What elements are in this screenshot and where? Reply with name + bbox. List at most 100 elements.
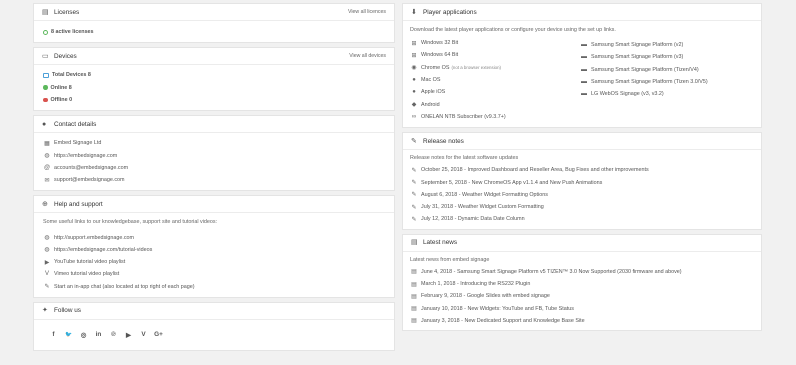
facebook-icon[interactable]: f bbox=[46, 331, 61, 338]
player-apps-header: ⬇ Player applications bbox=[403, 4, 761, 21]
total-devices-text: Total Devices 8 bbox=[52, 72, 91, 79]
contact-title: Contact details bbox=[54, 120, 97, 128]
newspaper-icon: ▤ bbox=[411, 306, 417, 313]
release-note-link[interactable]: August 6, 2018 - Weather Widget Formatti… bbox=[421, 192, 548, 198]
app-link-samsung-v5[interactable]: ▬ Samsung Smart Signage Platform (Tizen 3… bbox=[580, 76, 752, 88]
release-note-item[interactable]: ✎ July 31, 2018 - Weather Widget Custom F… bbox=[410, 201, 752, 213]
contact-item[interactable]: @ accounts@embedsignage.com bbox=[43, 162, 385, 174]
devices-header: ▭ Devices View all devices bbox=[34, 48, 394, 66]
app-label[interactable]: Samsung Smart Signage Platform (Tizen 3.… bbox=[591, 79, 708, 85]
latest-news-header: ▤ Latest news bbox=[403, 235, 761, 252]
app-link-samsung-v3[interactable]: ▬ Samsung Smart Signage Platform (v3) bbox=[580, 51, 752, 63]
contact-accounts-email[interactable]: accounts@embedsignage.com bbox=[54, 165, 128, 171]
contact-item[interactable]: ◍ https://embedsignage.com bbox=[43, 149, 385, 161]
help-vimeo-link[interactable]: Vimeo tutorial video playlist bbox=[54, 271, 119, 277]
news-link[interactable]: January 3, 2018 - New Dedicated Support … bbox=[421, 318, 585, 324]
tv-icon: ▬ bbox=[581, 42, 587, 49]
vimeo-icon: V bbox=[44, 271, 49, 278]
app-label[interactable]: Windows 32 Bit bbox=[421, 40, 458, 46]
help-item[interactable]: ◍ http://support.embedsignage.com bbox=[43, 231, 385, 243]
follow-panel: ✦ Follow us f 🐦 ◎ in ℗ ▶ V G+ bbox=[33, 301, 395, 351]
release-notes-title: Release notes bbox=[423, 137, 464, 145]
help-support-link[interactable]: http://support.embedsignage.com bbox=[54, 235, 134, 241]
app-link-onelan[interactable]: ∞ ONELAN NTB Subscriber (v9.3.7+) bbox=[410, 111, 580, 123]
help-item[interactable]: ◍ https://embedsignage.com/tutorial-video… bbox=[43, 244, 385, 256]
app-link-samsung-v2[interactable]: ▬ Samsung Smart Signage Platform (v2) bbox=[580, 39, 752, 51]
news-link[interactable]: June 4, 2018 - Samsung Smart Signage Pla… bbox=[421, 269, 682, 275]
view-all-devices-link[interactable]: View all devices bbox=[349, 53, 386, 59]
release-note-item[interactable]: ✎ August 6, 2018 - Weather Widget Formatt… bbox=[410, 189, 752, 201]
online-devices-row: Online 8 bbox=[43, 82, 385, 94]
contact-company: Embed Signage Ltd bbox=[54, 140, 102, 147]
release-note-link[interactable]: July 31, 2018 - Weather Widget Custom Fo… bbox=[421, 204, 544, 210]
contact-website[interactable]: https://embedsignage.com bbox=[54, 153, 117, 159]
app-label[interactable]: Samsung Smart Signage Platform (Tizen/V4… bbox=[591, 67, 699, 73]
app-link-lg-webos[interactable]: ▬ LG WebOS Signage (v3, v3.2) bbox=[580, 88, 752, 100]
release-note-item[interactable]: ✎ September 5, 2018 - New ChromeOS App v1… bbox=[410, 176, 752, 188]
news-item[interactable]: ▤ March 1, 2018 - Introducing the RS232 P… bbox=[410, 278, 752, 290]
help-tutorial-link[interactable]: https://embedsignage.com/tutorial-videos bbox=[54, 247, 152, 253]
app-link-android[interactable]: ◆ Android bbox=[410, 98, 580, 110]
help-item[interactable]: V Vimeo tutorial video playlist bbox=[43, 268, 385, 280]
offline-devices-text: Offline 0 bbox=[50, 97, 73, 104]
globe-icon: ◍ bbox=[44, 247, 50, 254]
app-label[interactable]: Chrome OS bbox=[421, 65, 449, 71]
help-chat-link[interactable]: Start an in-app chat (also located at to… bbox=[54, 284, 195, 290]
apple-icon: ● bbox=[412, 89, 416, 96]
app-link-mac-os[interactable]: ● Mac OS bbox=[410, 74, 580, 86]
app-label[interactable]: ONELAN NTB Subscriber (v9.3.7+) bbox=[421, 114, 506, 120]
news-item[interactable]: ▤ January 3, 2018 - New Dedicated Support… bbox=[410, 315, 752, 327]
link-icon: ∞ bbox=[411, 113, 417, 120]
release-note-item[interactable]: ✎ July 12, 2018 - Dynamic Data Date Colum… bbox=[410, 213, 752, 225]
newspaper-icon: ▤ bbox=[411, 293, 417, 300]
app-link-chrome-os[interactable]: ◉ Chrome OS (not a browser extension) bbox=[410, 62, 580, 74]
online-status-icon bbox=[43, 85, 48, 90]
app-label[interactable]: Windows 64 Bit bbox=[421, 52, 458, 58]
news-link[interactable]: March 1, 2018 - Introducing the RS232 Pl… bbox=[421, 281, 530, 287]
google-plus-icon[interactable]: G+ bbox=[151, 331, 166, 338]
building-icon: ▦ bbox=[44, 140, 50, 147]
pinterest-icon[interactable]: ℗ bbox=[106, 331, 121, 338]
app-label[interactable]: Samsung Smart Signage Platform (v2) bbox=[591, 42, 683, 48]
desktop-icon: ▭ bbox=[42, 52, 49, 60]
vimeo-icon[interactable]: V bbox=[136, 331, 151, 338]
app-label[interactable]: Mac OS bbox=[421, 77, 440, 83]
player-apps-intro: Download the latest player applications … bbox=[410, 27, 616, 33]
release-note-item[interactable]: ✎ October 25, 2018 - Improved Dashboard a… bbox=[410, 164, 752, 176]
help-youtube-link[interactable]: YouTube tutorial video playlist bbox=[54, 259, 125, 265]
app-label[interactable]: LG WebOS Signage (v3, v3.2) bbox=[591, 91, 664, 97]
help-item[interactable]: ✎ Start an in-app chat (also located at t… bbox=[43, 281, 385, 293]
contact-item: ▦ Embed Signage Ltd bbox=[43, 137, 385, 149]
news-link[interactable]: January 10, 2018 - New Widgets: YouTube … bbox=[421, 306, 574, 312]
follow-title: Follow us bbox=[54, 307, 81, 315]
app-link-samsung-v4[interactable]: ▬ Samsung Smart Signage Platform (Tizen/V… bbox=[580, 64, 752, 76]
app-link-windows-64[interactable]: ⊞ Windows 64 Bit bbox=[410, 49, 580, 61]
app-label[interactable]: Samsung Smart Signage Platform (v3) bbox=[591, 54, 683, 60]
news-link[interactable]: February 9, 2018 - Google Slides with em… bbox=[421, 293, 550, 299]
contact-header: ● Contact details bbox=[34, 116, 394, 134]
twitter-icon[interactable]: 🐦 bbox=[61, 332, 76, 338]
release-notes-intro: Release notes for the latest software up… bbox=[410, 155, 519, 162]
instagram-icon[interactable]: ◎ bbox=[76, 331, 91, 339]
active-licenses-row: 8 active licenses bbox=[43, 26, 385, 38]
release-note-link[interactable]: October 25, 2018 - Improved Dashboard an… bbox=[421, 167, 649, 173]
linkedin-icon[interactable]: in bbox=[91, 331, 106, 338]
contact-support-email[interactable]: support@embedsignage.com bbox=[54, 177, 125, 183]
app-link-windows-32[interactable]: ⊞ Windows 32 Bit bbox=[410, 37, 580, 49]
contact-item[interactable]: ✉ support@embedsignage.com bbox=[43, 174, 385, 186]
right-column: ⬇ Player applications Download the lates… bbox=[402, 3, 762, 335]
youtube-icon[interactable]: ▶ bbox=[121, 331, 136, 339]
news-item[interactable]: ▤ January 10, 2018 - New Widgets: YouTube… bbox=[410, 302, 752, 314]
active-licenses-text: 8 active licenses bbox=[51, 29, 94, 36]
release-note-link[interactable]: September 5, 2018 - New ChromeOS App v1.… bbox=[421, 180, 602, 186]
news-item[interactable]: ▤ June 4, 2018 - Samsung Smart Signage Pl… bbox=[410, 266, 752, 278]
app-label[interactable]: Apple iOS bbox=[421, 89, 445, 95]
newspaper-icon: ▤ bbox=[411, 239, 418, 247]
help-item[interactable]: ▶ YouTube tutorial video playlist bbox=[43, 256, 385, 268]
release-note-link[interactable]: July 12, 2018 - Dynamic Data Date Column bbox=[421, 216, 525, 222]
android-icon: ◆ bbox=[411, 102, 417, 109]
news-item[interactable]: ▤ February 9, 2018 - Google Slides with e… bbox=[410, 290, 752, 302]
view-all-licences-link[interactable]: View all licences bbox=[348, 9, 386, 15]
app-link-apple-ios[interactable]: ● Apple iOS bbox=[410, 86, 580, 98]
app-label[interactable]: Android bbox=[421, 102, 440, 108]
